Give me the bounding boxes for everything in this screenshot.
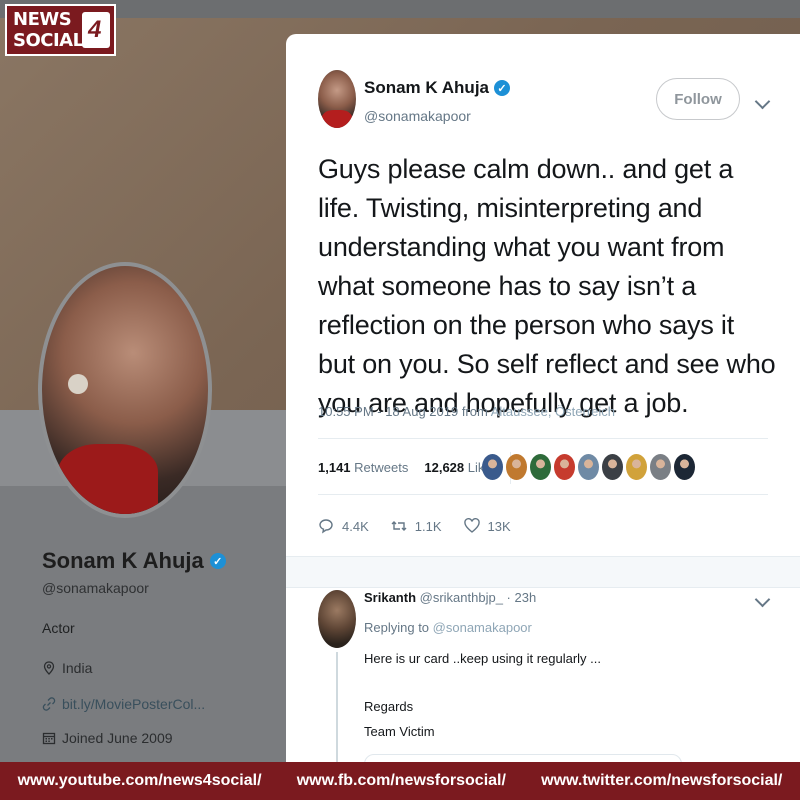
reply-author-handle: @srikanthbjp_ · 23h bbox=[419, 590, 537, 605]
replying-to: Replying to @sonamakapoor bbox=[364, 620, 532, 635]
like-button[interactable]: 13K bbox=[463, 518, 511, 534]
author-handle[interactable]: @sonamakapoor bbox=[364, 108, 471, 124]
logo-mark-icon bbox=[82, 12, 110, 48]
liker-avatar[interactable] bbox=[530, 454, 551, 480]
reply-media-card[interactable] bbox=[364, 754, 682, 762]
reply-text-line: Regards bbox=[364, 699, 414, 714]
chevron-down-icon[interactable] bbox=[754, 591, 771, 608]
reply-author[interactable]: Srikanth @srikanthbjp_ · 23h bbox=[364, 590, 536, 605]
like-count: 13K bbox=[487, 518, 511, 534]
location-text: India bbox=[62, 660, 93, 676]
liker-avatar[interactable] bbox=[506, 454, 527, 480]
liker-avatar[interactable] bbox=[554, 454, 575, 480]
flower-decoration bbox=[68, 374, 88, 394]
profile-name[interactable]: Sonam K Ahuja ✓ bbox=[42, 548, 226, 574]
news-social-logo: NEWS SOCIAL bbox=[5, 4, 116, 56]
profile-location: India bbox=[42, 660, 92, 676]
profile-bio: Actor bbox=[42, 620, 75, 636]
replying-to-handle[interactable]: @sonamakapoor bbox=[433, 620, 532, 635]
profile-handle: @sonamakapoor bbox=[42, 580, 149, 596]
profile-link[interactable]: bit.ly/MoviePosterCol... bbox=[42, 696, 205, 712]
liker-avatar[interactable] bbox=[626, 454, 647, 480]
heart-icon bbox=[463, 518, 480, 533]
replies-separator bbox=[286, 556, 800, 588]
verified-badge-icon: ✓ bbox=[209, 553, 226, 569]
retweet-count: 1.1K bbox=[414, 518, 442, 534]
logo-line-1: NEWS bbox=[13, 9, 72, 30]
link-text[interactable]: bit.ly/MoviePosterCol... bbox=[62, 696, 205, 712]
reply-icon bbox=[319, 519, 333, 534]
liker-avatar[interactable] bbox=[482, 454, 503, 480]
liker-avatar[interactable] bbox=[650, 454, 671, 480]
tweet-place[interactable]: Altaussee, Österreich bbox=[491, 404, 615, 419]
tweet-text: Guys please calm down.. and get a life. … bbox=[318, 154, 776, 418]
retweets-stat[interactable]: 1,141 Retweets bbox=[318, 460, 408, 484]
reply-button[interactable]: 4.4K bbox=[318, 518, 369, 534]
retweets-label: Retweets bbox=[354, 460, 409, 475]
liker-avatars bbox=[482, 454, 695, 480]
liker-avatar[interactable] bbox=[602, 454, 623, 480]
tweet-card: Sonam K Ahuja ✓ @sonamakapoor Follow Guy… bbox=[286, 34, 800, 762]
reply-author-avatar[interactable] bbox=[318, 590, 356, 648]
liker-avatar[interactable] bbox=[674, 454, 695, 480]
profile-joined: Joined June 2009 bbox=[42, 730, 173, 746]
profile-name-text: Sonam K Ahuja bbox=[42, 548, 204, 573]
twitter-link[interactable]: www.twitter.com/newsforsocial/ bbox=[541, 772, 782, 790]
youtube-link[interactable]: www.youtube.com/news4social/ bbox=[18, 772, 262, 790]
retweets-count: 1,141 bbox=[318, 460, 351, 475]
divider bbox=[318, 494, 768, 495]
author-avatar[interactable] bbox=[318, 70, 356, 128]
joined-text: Joined June 2009 bbox=[62, 730, 173, 746]
timestamp-text: 10:55 PM - 18 Aug 2019 from bbox=[318, 404, 488, 419]
retweet-icon bbox=[391, 521, 407, 531]
avatar-dress bbox=[58, 444, 158, 514]
verified-badge-icon: ✓ bbox=[494, 80, 510, 96]
liker-avatar[interactable] bbox=[578, 454, 599, 480]
retweet-button[interactable]: 1.1K bbox=[391, 518, 442, 534]
reply-count: 4.4K bbox=[342, 518, 369, 534]
likes-count: 12,628 bbox=[424, 460, 465, 475]
divider bbox=[318, 438, 768, 439]
replying-label: Replying to bbox=[364, 620, 430, 635]
thread-line bbox=[336, 652, 338, 762]
logo-line-2: SOCIAL bbox=[13, 30, 84, 51]
reply-text-line: Team Victim bbox=[364, 724, 435, 739]
reply-text-line: Here is ur card ..keep using it regularl… bbox=[364, 651, 601, 666]
author-avatar-dress bbox=[322, 110, 352, 128]
follow-button[interactable]: Follow bbox=[656, 78, 740, 120]
location-pin-icon bbox=[43, 661, 55, 675]
facebook-link[interactable]: www.fb.com/newsforsocial/ bbox=[297, 772, 506, 790]
author-name-text: Sonam K Ahuja bbox=[364, 78, 489, 97]
chevron-down-icon[interactable] bbox=[754, 93, 771, 110]
author-name[interactable]: Sonam K Ahuja ✓ bbox=[364, 78, 510, 98]
calendar-icon bbox=[42, 732, 56, 745]
top-bar bbox=[0, 0, 800, 18]
profile-avatar[interactable] bbox=[38, 262, 212, 518]
footer-bar: www.youtube.com/news4social/ www.fb.com/… bbox=[0, 762, 800, 800]
tweet-actions: 4.4K 1.1K 13K bbox=[318, 518, 511, 534]
reply-author-name: Srikanth bbox=[364, 590, 417, 605]
link-icon bbox=[42, 697, 56, 711]
tweet-timestamp: 10:55 PM - 18 Aug 2019 from Altaussee, Ö… bbox=[318, 404, 615, 419]
